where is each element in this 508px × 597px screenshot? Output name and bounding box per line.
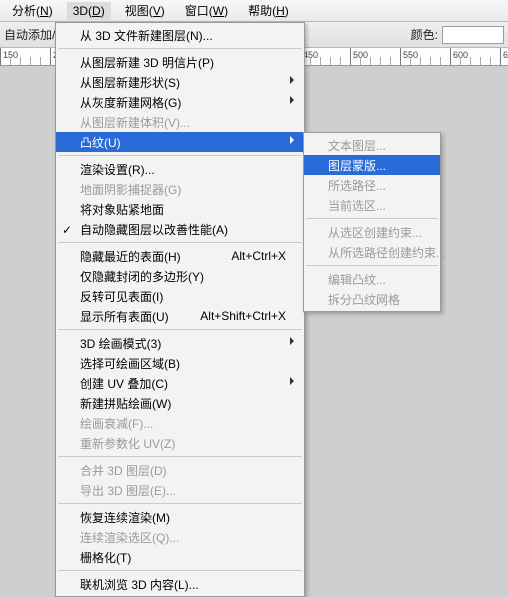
menu-separator [306,218,438,219]
menu-shortcut: Alt+Ctrl+X [203,249,286,263]
menu-item-label: 文本图层... [328,137,386,154]
menu-item-label: 创建 UV 叠加(C) [80,375,168,392]
menu-separator [58,242,302,243]
menu-item-label: 从灰度新建网格(G) [80,94,181,111]
repousse-submenu-item-9: 拆分凸纹网格 [304,289,440,309]
repousse-submenu-item-2: 所选路径... [304,175,440,195]
menu-item-label: 显示所有表面(U) [80,308,169,325]
3d-menu-dropdown: 从 3D 文件新建图层(N)... 从图层新建 3D 明信片(P) 从图层新建形状(… [55,22,305,597]
3d-menu-item-9: 地面阴影捕捉器(G) [56,179,304,199]
3d-menu-item-3[interactable]: 从图层新建形状(S) [56,72,304,92]
3d-menu-item-23: 重新参数化 UV(Z) [56,433,304,453]
menu-item-label: 3D 绘画模式(3) [80,335,161,352]
submenu-arrow-icon [290,377,298,385]
3d-menu-item-2[interactable]: 从图层新建 3D 明信片(P) [56,52,304,72]
3d-menu-item-14[interactable]: 仅隐藏封闭的多边形(Y) [56,266,304,286]
menu-item-label: 重新参数化 UV(Z) [80,435,175,452]
check-icon: ✓ [62,223,72,237]
menu-item-label: 拆分凸纹网格 [328,291,400,308]
menu-item-label: 隐藏最近的表面(H) [80,248,181,265]
menu-item-label: 所选路径... [328,177,386,194]
3d-menu-item-20[interactable]: 创建 UV 叠加(C) [56,373,304,393]
3d-menu-item-10[interactable]: 将对象贴紧地面 [56,199,304,219]
menu-shortcut: Alt+Shift+Ctrl+X [172,309,286,323]
repousse-submenu-item-3: 当前选区... [304,195,440,215]
3d-menu-item-16[interactable]: 显示所有表面(U)Alt+Shift+Ctrl+X [56,306,304,326]
repousse-submenu-item-1[interactable]: 图层蒙版... [304,155,440,175]
3d-menu-item-11[interactable]: ✓ 自动隐藏图层以改善性能(A) [56,219,304,239]
submenu-arrow-icon [290,96,298,104]
menu-item-label: 联机浏览 3D 内容(L)... [80,576,199,593]
menu-item-label: 从选区创建约束... [328,224,422,241]
repousse-submenu-item-8: 编辑凸纹... [304,269,440,289]
menu-analyze[interactable]: 分析(N) [6,0,59,21]
repousse-submenu-item-0: 文本图层... [304,135,440,155]
menu-item-label: 反转可见表面(I) [80,288,163,305]
menu-item-label: 导出 3D 图层(E)... [80,482,176,499]
3d-menu-item-26: 导出 3D 图层(E)... [56,480,304,500]
3d-menu-item-30[interactable]: 栅格化(T) [56,547,304,567]
menu-separator [306,265,438,266]
menu-item-label: 从图层新建形状(S) [80,74,180,91]
3d-menu-item-5: 从图层新建体积(V)... [56,112,304,132]
menu-item-label: 自动隐藏图层以改善性能(A) [80,221,228,238]
menu-item-label: 凸纹(U) [80,134,121,151]
menu-item-label: 编辑凸纹... [328,271,386,288]
repousse-submenu-item-6: 从所选路径创建约束... [304,242,440,262]
3d-menu-item-28[interactable]: 恢复连续渲染(M) [56,507,304,527]
menu-item-label: 恢复连续渲染(M) [80,509,170,526]
menu-item-label: 栅格化(T) [80,549,131,566]
menubar: 分析(N) 3D(D) 视图(V) 窗口(W) 帮助(H) [0,0,508,22]
menu-view[interactable]: 视图(V) [119,0,171,21]
menu-item-label: 仅隐藏封闭的多边形(Y) [80,268,204,285]
menu-item-label: 将对象贴紧地面 [80,201,164,218]
3d-menu-item-22: 绘画衰减(F)... [56,413,304,433]
menu-item-label: 图层蒙版... [328,157,386,174]
menu-3d[interactable]: 3D(D) [67,2,111,20]
3d-menu-item-32[interactable]: 联机浏览 3D 内容(L)... [56,574,304,594]
menu-item-label: 地面阴影捕捉器(G) [80,181,181,198]
repousse-submenu: 文本图层... 图层蒙版... 所选路径... 当前选区... 从选区创建约束...从所… [303,132,441,312]
menu-separator [58,456,302,457]
3d-menu-item-4[interactable]: 从灰度新建网格(G) [56,92,304,112]
3d-menu-item-8[interactable]: 渲染设置(R)... [56,159,304,179]
menu-item-label: 从图层新建 3D 明信片(P) [80,54,214,71]
3d-menu-item-19[interactable]: 选择可绘画区域(B) [56,353,304,373]
menu-item-label: 合并 3D 图层(D) [80,462,167,479]
repousse-submenu-item-5: 从选区创建约束... [304,222,440,242]
menu-separator [58,503,302,504]
menu-item-label: 渲染设置(R)... [80,161,155,178]
fill-label: 颜色: [411,26,438,43]
3d-menu-item-15[interactable]: 反转可见表面(I) [56,286,304,306]
3d-menu-item-6[interactable]: 凸纹(U) [56,132,304,152]
menu-help[interactable]: 帮助(H) [242,0,295,21]
menu-item-label: 连续渲染选区(Q)... [80,529,179,546]
3d-menu-item-21[interactable]: 新建拼贴绘画(W) [56,393,304,413]
3d-menu-item-18[interactable]: 3D 绘画模式(3) [56,333,304,353]
3d-menu-item-25: 合并 3D 图层(D) [56,460,304,480]
menu-window[interactable]: 窗口(W) [179,0,234,21]
submenu-arrow-icon [290,337,298,345]
menu-item-label: 绘画衰减(F)... [80,415,153,432]
menu-item-label: 从所选路径创建约束... [328,244,446,261]
menu-separator [58,155,302,156]
menu-separator [58,329,302,330]
3d-menu-item-13[interactable]: 隐藏最近的表面(H) Alt+Ctrl+X [56,246,304,266]
submenu-arrow-icon [290,136,298,144]
menu-item-label: 选择可绘画区域(B) [80,355,180,372]
fill-value-input[interactable] [442,26,504,44]
3d-menu-item-29: 连续渲染选区(Q)... [56,527,304,547]
menu-separator [58,48,302,49]
menu-item-label: 当前选区... [328,197,386,214]
menu-item-label: 从图层新建体积(V)... [80,114,190,131]
menu-item-label: 从 3D 文件新建图层(N)... [80,27,213,44]
menu-item-label: 新建拼贴绘画(W) [80,395,171,412]
submenu-arrow-icon [290,76,298,84]
menu-separator [58,570,302,571]
3d-menu-item-0[interactable]: 从 3D 文件新建图层(N)... [56,25,304,45]
